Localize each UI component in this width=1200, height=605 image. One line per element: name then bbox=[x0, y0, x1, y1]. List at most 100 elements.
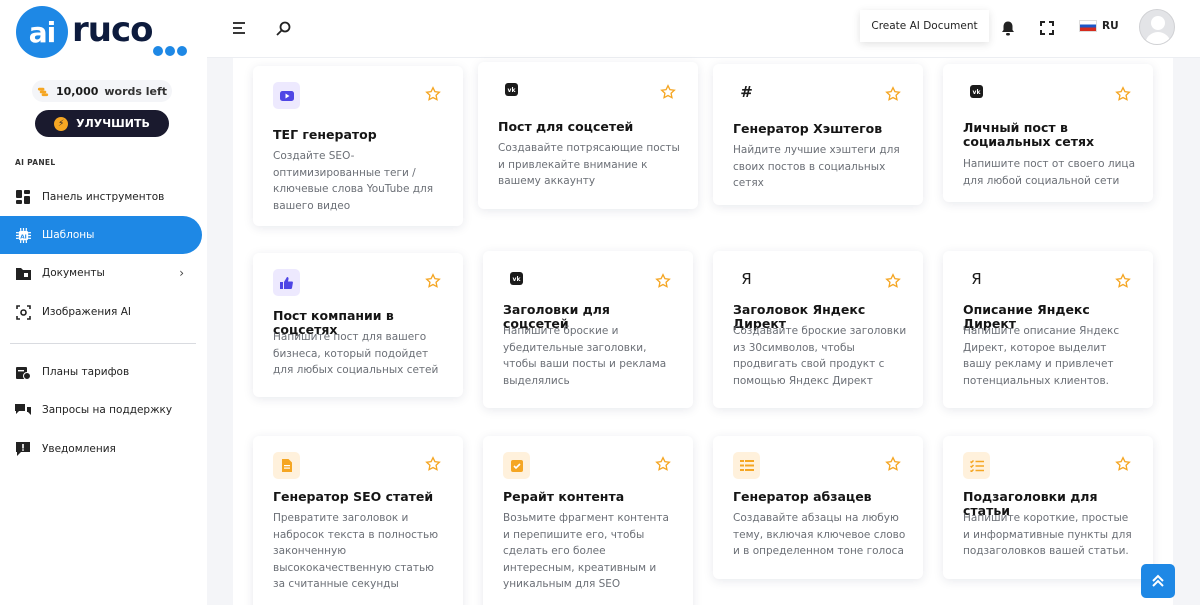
coins-icon bbox=[37, 87, 49, 96]
sidebar-item-label: Уведомления bbox=[42, 443, 116, 455]
youtube-icon bbox=[273, 82, 300, 109]
card-description: Создайте SEO-оптимизированные теги / клю… bbox=[273, 150, 434, 212]
template-card-hashtag-generator[interactable]: # Генератор Хэштегов Найдите лучшие хэшт… bbox=[713, 64, 923, 205]
star-icon[interactable] bbox=[655, 273, 671, 289]
svg-text:vk: vk bbox=[513, 276, 522, 283]
card-description: Превратите заголовок и набросок текста в… bbox=[273, 512, 439, 590]
star-icon[interactable] bbox=[660, 84, 676, 100]
yandex-icon: Я bbox=[971, 269, 982, 288]
ai-chip-icon: AI bbox=[15, 227, 31, 243]
sidebar-item-label: Изображения AI bbox=[42, 306, 131, 318]
words-count: 10,000 bbox=[55, 84, 99, 98]
checklist-icon bbox=[963, 452, 990, 479]
card-description: Напишите пост от своего лица для любой с… bbox=[963, 158, 1135, 187]
sidebar-item-notifications[interactable]: Уведомления bbox=[0, 430, 202, 468]
svg-text:vk: vk bbox=[973, 89, 982, 96]
star-icon[interactable] bbox=[425, 273, 441, 289]
paragraph-icon bbox=[733, 452, 760, 479]
create-ai-document-button[interactable]: Create AI Document bbox=[860, 10, 989, 42]
template-card-social-headlines[interactable]: vk Заголовки для соцсетей Напишите броск… bbox=[483, 251, 693, 408]
checkbox-icon bbox=[503, 452, 530, 479]
template-card-personal-post[interactable]: vk Личный пост в социальных сетях Напиши… bbox=[943, 64, 1153, 202]
logo[interactable]: ai ruco bbox=[14, 4, 194, 64]
template-card-seo-article[interactable]: Генератор SEO статей Превратите заголово… bbox=[253, 436, 463, 605]
section-label: AI PANEL bbox=[15, 158, 56, 167]
card-description: Напишите описание Яндекс Директ, которое… bbox=[963, 325, 1120, 387]
template-card-tag-generator[interactable]: ТЕГ генератор Создайте SEO-оптимизирован… bbox=[253, 66, 463, 226]
fullscreen-icon[interactable] bbox=[1038, 19, 1056, 37]
star-icon[interactable] bbox=[425, 456, 441, 472]
scroll-to-top-button[interactable] bbox=[1141, 564, 1175, 598]
sidebar-item-templates[interactable]: AI Шаблоны bbox=[0, 216, 202, 254]
star-icon[interactable] bbox=[655, 456, 671, 472]
star-icon[interactable] bbox=[425, 86, 441, 102]
notification-chat-icon bbox=[15, 441, 31, 457]
card-title: Пост для соцсетей bbox=[498, 119, 634, 134]
card-description: Создавайте потрясающие посты и привлекай… bbox=[498, 142, 680, 187]
words-left-badge: 10,000 words left bbox=[32, 80, 172, 102]
star-icon[interactable] bbox=[885, 86, 901, 102]
russia-flag-icon bbox=[1079, 20, 1097, 32]
sidebar-item-support[interactable]: Запросы на поддержку bbox=[0, 391, 202, 429]
chevron-right-icon: › bbox=[179, 266, 184, 280]
logo-circle: ai bbox=[16, 6, 68, 58]
document-icon bbox=[273, 452, 300, 479]
svg-text:AI: AI bbox=[20, 234, 26, 240]
sidebar-item-dashboard[interactable]: Панель инструментов bbox=[0, 178, 202, 216]
card-description: Создавайте абзацы на любую тему, включая… bbox=[733, 512, 906, 557]
templates-grid: ТЕГ генератор Создайте SEO-оптимизирован… bbox=[233, 58, 1173, 605]
support-chat-icon bbox=[15, 402, 31, 418]
card-description: Найдите лучшие хэштеги для своих постов … bbox=[733, 144, 900, 189]
card-title: Генератор абзацев bbox=[733, 489, 872, 504]
star-icon[interactable] bbox=[885, 273, 901, 289]
template-card-subheadings[interactable]: Подзаголовки для статьи Напишите коротки… bbox=[943, 436, 1153, 579]
card-description: Напишите короткие, простые и информативн… bbox=[963, 512, 1132, 557]
vk-icon: vk bbox=[963, 78, 990, 105]
yandex-icon: Я bbox=[741, 269, 752, 288]
sidebar-item-documents[interactable]: Документы › bbox=[0, 254, 202, 292]
template-card-company-post[interactable]: Пост компании в соцсетях Напишите пост д… bbox=[253, 253, 463, 397]
words-suffix: words left bbox=[104, 84, 168, 98]
svg-text:vk: vk bbox=[508, 87, 517, 94]
logo-dots bbox=[153, 46, 187, 56]
sidebar-item-label: Запросы на поддержку bbox=[42, 404, 173, 416]
sidebar-item-plans[interactable]: Планы тарифов bbox=[0, 353, 202, 391]
sidebar-item-label: Панель инструментов bbox=[42, 191, 165, 203]
star-icon[interactable] bbox=[1115, 86, 1131, 102]
upgrade-label: УЛУЧШИТЬ bbox=[76, 117, 150, 130]
star-icon[interactable] bbox=[885, 456, 901, 472]
sidebar-item-label: Шаблоны bbox=[42, 229, 95, 241]
card-description: Возьмите фрагмент контента и перепишите … bbox=[503, 512, 669, 590]
top-bar: Create AI Document RU bbox=[207, 0, 1200, 58]
card-title: Генератор SEO статей bbox=[273, 489, 434, 504]
card-title: ТЕГ генератор bbox=[273, 127, 377, 142]
language-selector[interactable]: RU bbox=[1079, 20, 1119, 32]
template-card-yandex-headline[interactable]: Я Заголовок Яндекс Директ Создавайте бро… bbox=[713, 251, 923, 408]
bell-icon[interactable] bbox=[999, 19, 1017, 37]
menu-icon[interactable] bbox=[231, 19, 249, 37]
template-card-content-rewrite[interactable]: Рерайт контента Возьмите фрагмент контен… bbox=[483, 436, 693, 605]
card-description: Напишите пост для вашего бизнеса, которы… bbox=[273, 331, 439, 376]
upgrade-button[interactable]: ⚡ УЛУЧШИТЬ bbox=[35, 110, 169, 137]
hashtag-icon: # bbox=[740, 82, 753, 101]
sidebar-item-label: Планы тарифов bbox=[42, 366, 130, 378]
lightning-icon: ⚡ bbox=[54, 116, 69, 131]
language-code: RU bbox=[1102, 20, 1119, 32]
template-card-paragraph-generator[interactable]: Генератор абзацев Создавайте абзацы на л… bbox=[713, 436, 923, 579]
search-icon[interactable] bbox=[274, 19, 292, 37]
logo-text: ruco bbox=[72, 10, 153, 50]
card-title: Генератор Хэштегов bbox=[733, 121, 883, 136]
card-title: Рерайт контента bbox=[503, 489, 625, 504]
dashboard-icon bbox=[15, 189, 31, 205]
sidebar: ai ruco 10,000 words left ⚡ УЛУЧШИТЬ AI … bbox=[0, 0, 207, 605]
star-icon[interactable] bbox=[1115, 273, 1131, 289]
sidebar-divider bbox=[10, 343, 196, 344]
sidebar-item-ai-images[interactable]: Изображения AI bbox=[0, 293, 202, 331]
card-description: Создавайте броские заголовки из 30символ… bbox=[733, 325, 907, 387]
avatar[interactable] bbox=[1139, 9, 1175, 45]
image-scan-icon bbox=[15, 304, 31, 320]
star-icon[interactable] bbox=[1115, 456, 1131, 472]
template-card-yandex-description[interactable]: Я Описание Яндекс Директ Напишите описан… bbox=[943, 251, 1153, 408]
folder-icon bbox=[15, 265, 31, 281]
template-card-social-post[interactable]: vk Пост для соцсетей Создавайте потрясаю… bbox=[478, 62, 698, 209]
